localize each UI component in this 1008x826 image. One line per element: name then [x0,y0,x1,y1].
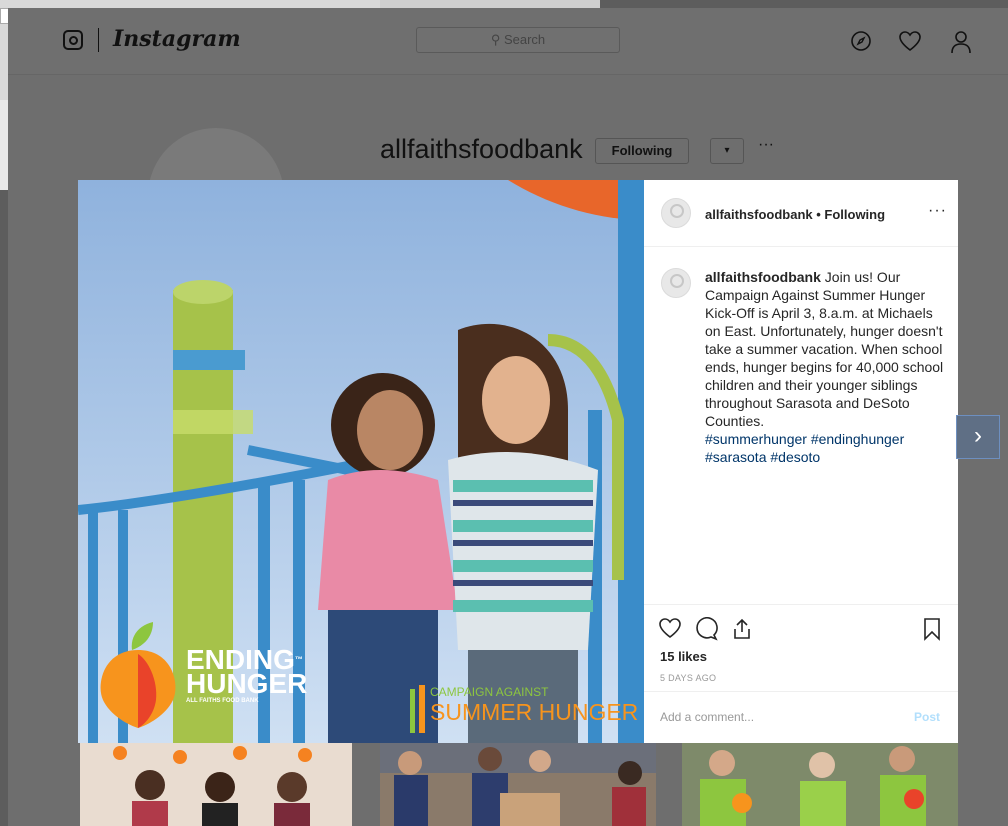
user-icon[interactable] [950,30,972,54]
brand-line2: HUNGER [186,668,308,699]
background-window-strip [380,0,600,8]
avatar[interactable] [661,198,691,228]
search-icon: ⚲ [490,32,504,47]
grid-thumbnail[interactable] [682,743,958,826]
caption-avatar[interactable] [661,268,691,298]
top-nav: Instagram ⚲ Search [8,8,1008,75]
following-button[interactable]: Following [595,138,689,164]
grid-thumbnail[interactable] [80,743,352,826]
logo-divider [98,28,99,52]
brand-tm: ™ [294,655,303,664]
next-post-button[interactable]: › [956,415,1000,459]
campaign-line1: CAMPAIGN AGAINST [430,685,549,699]
instagram-wordmark[interactable]: Instagram [113,26,241,52]
ending-hunger-logo-text: ENDING™ HUNGER ALL FAITHS FOOD BANK [186,646,308,706]
post-modal: ENDING™ HUNGER ALL FAITHS FOOD BANK CAMP… [78,180,958,743]
post-comment-button[interactable]: Post [914,710,940,724]
compass-icon[interactable] [850,30,872,52]
comment-input[interactable]: Add a comment... [660,710,754,724]
post-header-username[interactable]: allfaithsfoodbank • Following [705,207,885,222]
campaign-line2: SUMMER HUNGER [430,699,639,725]
like-heart-icon[interactable] [658,617,682,641]
post-date: 5 DAYS AGO [660,673,717,683]
search-placeholder: Search [503,32,546,47]
grid-thumbnail[interactable] [380,743,656,826]
instagram-camera-icon[interactable] [63,30,83,50]
profile-username: allfaithsfoodbank [380,134,583,164]
caption-username[interactable]: allfaithsfoodbank [705,269,821,285]
post-photo[interactable]: ENDING™ HUNGER ALL FAITHS FOOD BANK CAMP… [78,180,644,743]
post-sidebar: allfaithsfoodbank • Following ··· allfai… [644,180,958,743]
caption-hashtags[interactable]: #summerhunger #endinghunger #sarasota #d… [705,431,904,465]
comment-bar: Add a comment... Post [644,691,958,744]
heart-icon[interactable] [898,30,921,52]
share-icon[interactable] [730,617,754,641]
comment-icon[interactable] [694,617,718,641]
profile-options-button[interactable]: ··· [758,136,774,154]
chevron-right-icon: › [974,422,982,449]
fork-spoon-icon [410,685,425,733]
post-photo-art [78,180,644,743]
post-actions: 15 likes 5 DAYS AGO [644,604,958,691]
chevron-down-icon[interactable]: ▾ [710,138,744,164]
post-header: allfaithsfoodbank • Following ··· [644,180,958,247]
post-options-button[interactable]: ··· [928,202,947,220]
post-caption: allfaithsfoodbank Join us! Our Campaign … [705,268,945,466]
bookmark-icon[interactable] [920,617,944,641]
caption-text: Join us! Our Campaign Against Summer Hun… [705,269,944,429]
search-input[interactable]: ⚲ Search [416,27,620,53]
likes-count[interactable]: 15 likes [660,649,707,664]
